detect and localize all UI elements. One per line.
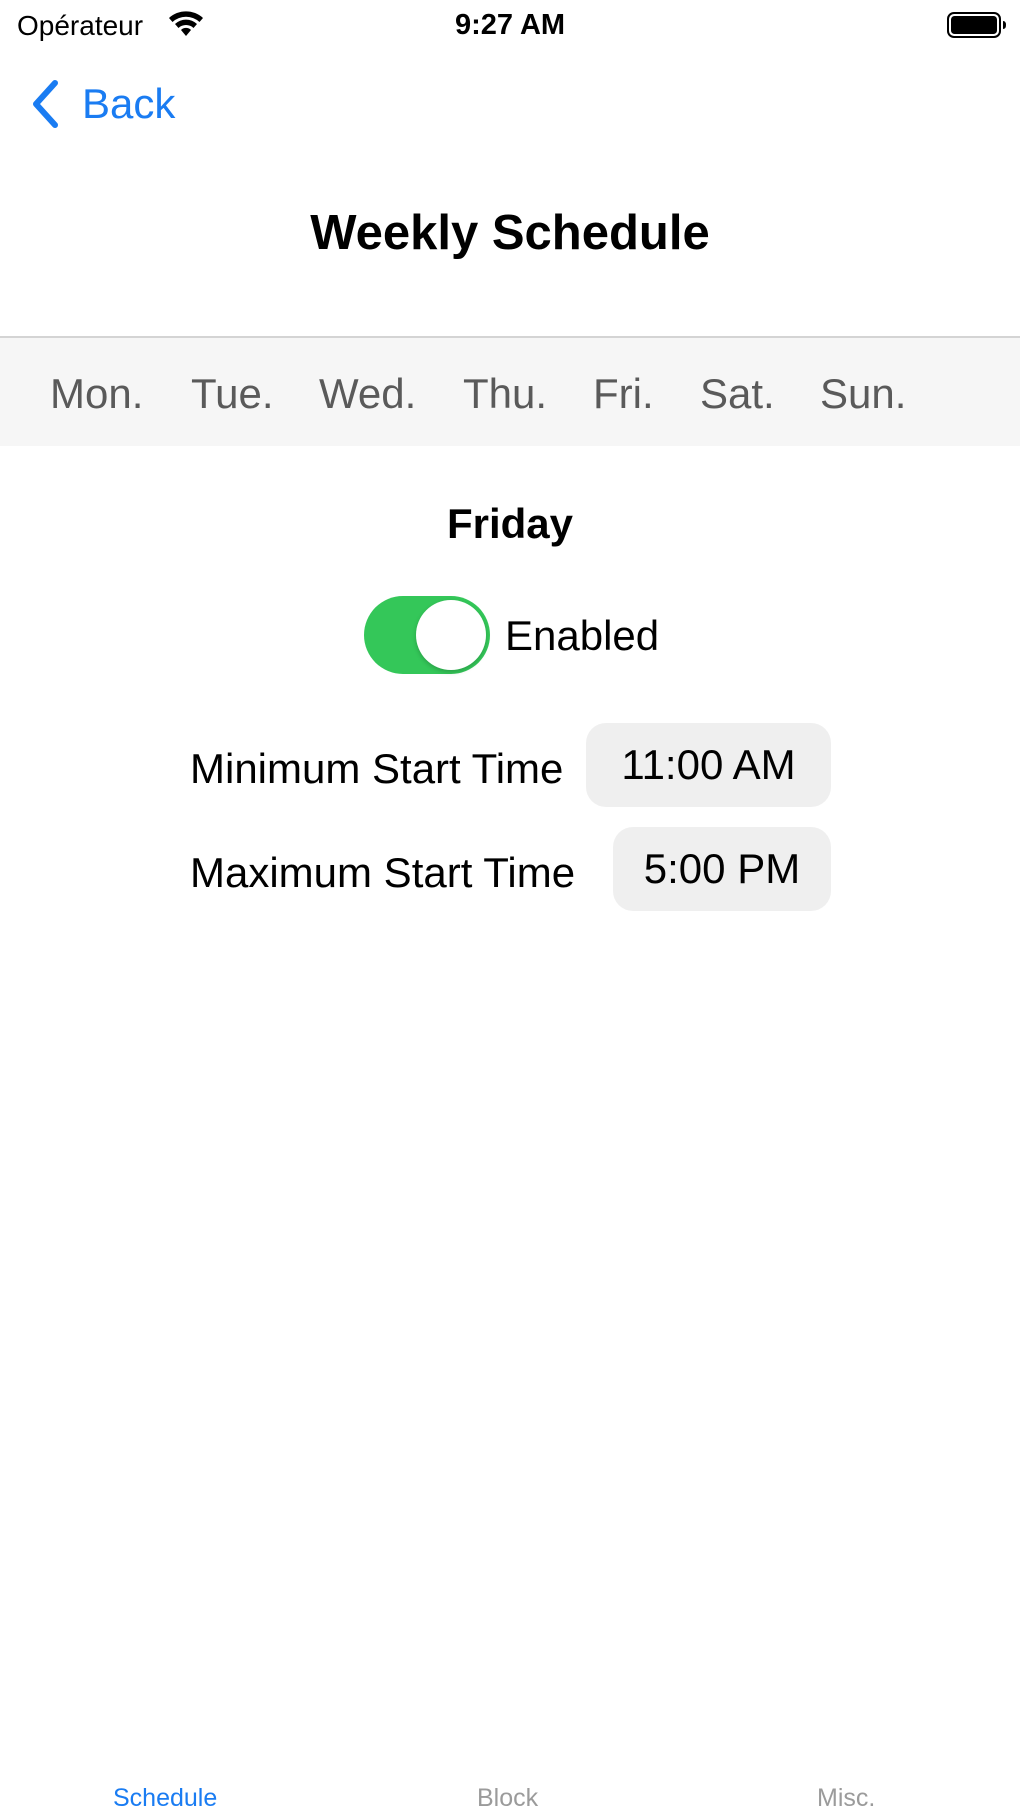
toggle-knob (416, 600, 486, 670)
day-tab-tue[interactable]: Tue. (191, 370, 273, 418)
min-start-time-picker[interactable]: 11:00 AM (586, 723, 831, 807)
tab-bar: Schedule Block Misc. (0, 1760, 1020, 1813)
tab-misc[interactable]: Misc. (817, 1784, 875, 1813)
back-button[interactable]: Back (30, 76, 175, 132)
status-bar: Opérateur 9:27 AM (0, 0, 1020, 52)
enabled-toggle[interactable] (364, 596, 490, 674)
day-tab-wed[interactable]: Wed. (319, 370, 416, 418)
min-start-time-label: Minimum Start Time (190, 745, 564, 792)
back-label: Back (82, 80, 176, 127)
page-title: Weekly Schedule (310, 206, 710, 260)
day-tab-sun[interactable]: Sun. (820, 370, 906, 418)
tab-schedule[interactable]: Schedule (113, 1784, 217, 1813)
battery-full-icon (947, 12, 1006, 38)
chevron-left-icon (33, 80, 58, 128)
status-time: 9:27 AM (454, 9, 566, 41)
enabled-label: Enabled (505, 612, 660, 659)
tab-block[interactable]: Block (477, 1784, 538, 1813)
max-start-time-picker[interactable]: 5:00 PM (613, 827, 831, 911)
max-start-time-label: Maximum Start Time (190, 849, 576, 896)
selected-day-heading: Friday (446, 500, 574, 547)
day-selector: Mon. Tue. Wed. Thu. Fri. Sat. Sun. (0, 336, 1020, 446)
day-tab-fri[interactable]: Fri. (593, 370, 654, 418)
day-tab-mon[interactable]: Mon. (50, 370, 143, 418)
day-tab-sat[interactable]: Sat. (700, 370, 775, 418)
day-tab-thu[interactable]: Thu. (463, 370, 547, 418)
